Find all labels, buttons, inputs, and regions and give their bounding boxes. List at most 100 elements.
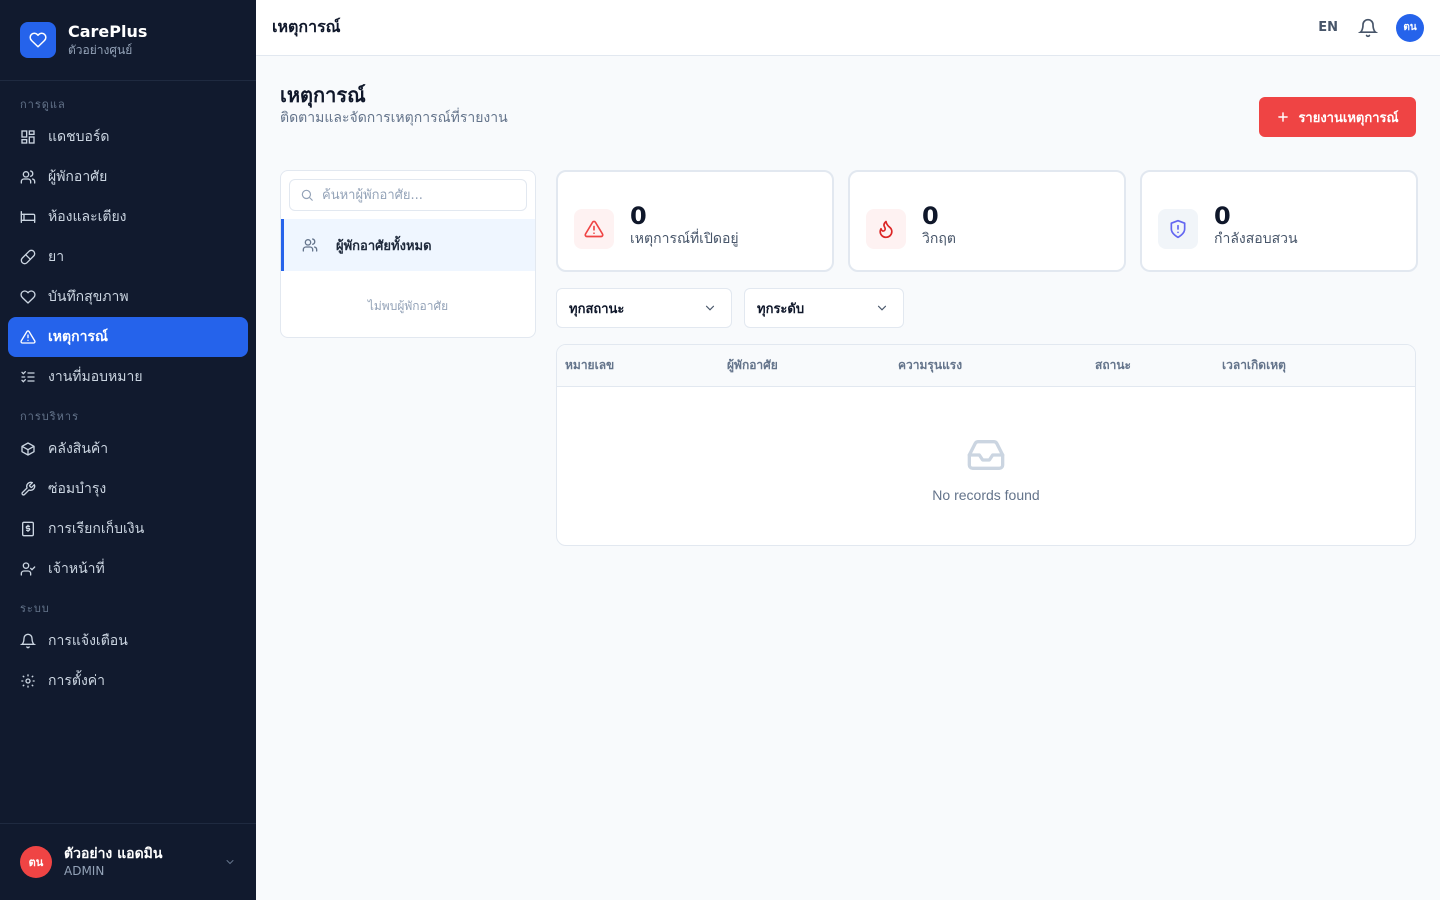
resident-search xyxy=(289,179,527,211)
bell-icon xyxy=(1358,18,1378,37)
sidebar-item-label: ซ่อมบำรุง xyxy=(48,481,107,497)
report-incident-label: รายงานเหตุการณ์ xyxy=(1298,110,1399,126)
avatar: ตน xyxy=(20,846,52,878)
column-header-number[interactable]: หมายเลข xyxy=(565,345,614,385)
stat-card-investigating: 0 กำลังสอบสวน xyxy=(1140,170,1418,272)
sidebar-item-label: ผู้พักอาศัย xyxy=(48,169,108,185)
table-header: หมายเลข ผู้พักอาศัย ความรุนแรง สถานะ เวล… xyxy=(557,345,1415,387)
brand: CarePlus ตัวอย่างศูนย์ xyxy=(0,0,256,81)
status-filter-select[interactable]: ทุกสถานะ xyxy=(556,288,732,328)
stat-label: เหตุการณ์ที่เปิดอยู่ xyxy=(630,231,739,247)
resident-item-label: ผู้พักอาศัยทั้งหมด xyxy=(336,238,432,254)
severity-filter-value: ทุกระดับ xyxy=(757,301,805,317)
user-menu[interactable]: ตน ตัวอย่าง แอดมิน ADMIN xyxy=(0,823,256,900)
sidebar-item-health-records[interactable]: บันทึกสุขภาพ xyxy=(8,277,248,317)
sidebar-item-label: ยา xyxy=(48,249,65,265)
notifications-button[interactable] xyxy=(1358,18,1378,38)
sidebar-item-residents[interactable]: ผู้พักอาศัย xyxy=(8,157,248,197)
topbar: เหตุการณ์ EN ตน xyxy=(256,0,1440,56)
alert-triangle-icon xyxy=(574,209,614,249)
users-icon xyxy=(20,170,36,184)
sidebar-item-medication[interactable]: ยา xyxy=(8,237,248,277)
inbox-icon xyxy=(967,440,1005,470)
dashboard-icon xyxy=(21,130,35,144)
page-title: เหตุการณ์ xyxy=(280,83,366,107)
sidebar-item-label: การตั้งค่า xyxy=(48,673,106,689)
column-header-status[interactable]: สถานะ xyxy=(1095,345,1131,385)
sidebar-item-label: แดชบอร์ด xyxy=(48,129,110,145)
nav-section-system: ระบบ xyxy=(20,602,50,615)
table-empty-state: No records found xyxy=(557,387,1415,503)
user-role: ADMIN xyxy=(64,864,105,878)
sidebar-item-label: งานที่มอบหมาย xyxy=(48,369,143,385)
brand-subtitle: ตัวอย่างศูนย์ xyxy=(68,43,133,57)
incidents-table: หมายเลข ผู้พักอาศัย ความรุนแรง สถานะ เวล… xyxy=(556,344,1416,546)
sidebar-item-settings[interactable]: การตั้งค่า xyxy=(8,661,248,701)
table-empty-text: No records found xyxy=(932,487,1040,503)
alert-triangle-icon xyxy=(20,330,36,344)
list-checks-icon xyxy=(21,371,35,383)
shield-icon xyxy=(1158,209,1198,249)
report-incident-button[interactable]: รายงานเหตุการณ์ xyxy=(1259,97,1416,137)
residents-panel: ผู้พักอาศัยทั้งหมด ไม่พบผู้พักอาศัย xyxy=(280,170,536,338)
sidebar-nav: การดูแล แดชบอร์ด ผู้พักอาศัย ห้องและเตีย… xyxy=(0,81,256,701)
stat-label: วิกฤต xyxy=(922,231,956,247)
status-filter-value: ทุกสถานะ xyxy=(569,301,625,317)
column-header-time[interactable]: เวลาเกิดเหตุ xyxy=(1222,345,1286,385)
user-name: ตัวอย่าง แอดมิน xyxy=(64,846,163,862)
plus-icon xyxy=(1278,112,1289,122)
sidebar-item-staff[interactable]: เจ้าหน้าที่ xyxy=(8,549,248,589)
users-icon xyxy=(302,238,318,252)
severity-filter-select[interactable]: ทุกระดับ xyxy=(744,288,904,328)
bell-icon xyxy=(20,633,36,649)
resident-search-input[interactable] xyxy=(322,187,512,203)
user-check-icon xyxy=(20,562,36,576)
stat-label: กำลังสอบสวน xyxy=(1214,231,1298,247)
sidebar-item-label: ห้องและเตียง xyxy=(48,209,127,225)
column-header-resident[interactable]: ผู้พักอาศัย xyxy=(727,345,778,385)
chevron-down-icon xyxy=(877,305,887,311)
heart-logo-icon xyxy=(20,22,56,58)
sidebar-item-tasks[interactable]: งานที่มอบหมาย xyxy=(8,357,248,397)
stat-value: 0 xyxy=(630,202,647,230)
stat-value: 0 xyxy=(1214,202,1231,230)
avatar[interactable]: ตน xyxy=(1396,13,1424,42)
nav-section-admin: การบริหาร xyxy=(20,410,79,423)
receipt-icon xyxy=(22,521,34,537)
sidebar-item-maintenance[interactable]: ซ่อมบำรุง xyxy=(8,469,248,509)
main-content: เหตุการณ์ ติดตามและจัดการเหตุการณ์ที่ราย… xyxy=(256,56,1440,900)
bed-icon xyxy=(20,211,36,223)
wrench-icon xyxy=(21,481,36,496)
sidebar-item-label: การเรียกเก็บเงิน xyxy=(48,521,145,537)
heart-icon xyxy=(20,290,36,304)
sidebar-item-label: การแจ้งเตือน xyxy=(48,633,128,649)
brand-name: CarePlus xyxy=(68,22,148,41)
search-icon xyxy=(301,189,313,201)
sidebar-item-rooms[interactable]: ห้องและเตียง xyxy=(8,197,248,237)
chevron-down-icon xyxy=(226,860,234,865)
sidebar: CarePlus ตัวอย่างศูนย์ การดูแล แดชบอร์ด … xyxy=(0,0,256,900)
residents-empty-text: ไม่พบผู้พักอาศัย xyxy=(367,299,449,313)
stat-value: 0 xyxy=(922,202,939,230)
topbar-title: เหตุการณ์ xyxy=(272,17,341,36)
stat-card-open: 0 เหตุการณ์ที่เปิดอยู่ xyxy=(556,170,834,272)
gear-icon xyxy=(21,674,35,688)
column-header-severity[interactable]: ความรุนแรง xyxy=(898,345,962,385)
pill-icon xyxy=(20,249,36,265)
sidebar-item-label: เหตุการณ์ xyxy=(48,329,108,345)
sidebar-item-label: บันทึกสุขภาพ xyxy=(48,289,129,305)
sidebar-item-dashboard[interactable]: แดชบอร์ด xyxy=(8,117,248,157)
sidebar-item-notifications[interactable]: การแจ้งเตือน xyxy=(8,621,248,661)
language-toggle[interactable]: EN xyxy=(1318,20,1338,35)
sidebar-item-inventory[interactable]: คลังสินค้า xyxy=(8,429,248,469)
nav-section-care: การดูแล xyxy=(20,98,66,111)
chevron-down-icon xyxy=(705,305,715,311)
stat-card-critical: 0 วิกฤต xyxy=(848,170,1126,272)
page-subtitle: ติดตามและจัดการเหตุการณ์ที่รายงาน xyxy=(280,110,508,126)
sidebar-item-incidents[interactable]: เหตุการณ์ xyxy=(8,317,248,357)
sidebar-item-billing[interactable]: การเรียกเก็บเงิน xyxy=(8,509,248,549)
sidebar-item-label: คลังสินค้า xyxy=(48,441,109,457)
resident-item-all[interactable]: ผู้พักอาศัยทั้งหมด xyxy=(281,219,535,271)
package-icon xyxy=(21,442,35,456)
sidebar-item-label: เจ้าหน้าที่ xyxy=(48,561,105,577)
